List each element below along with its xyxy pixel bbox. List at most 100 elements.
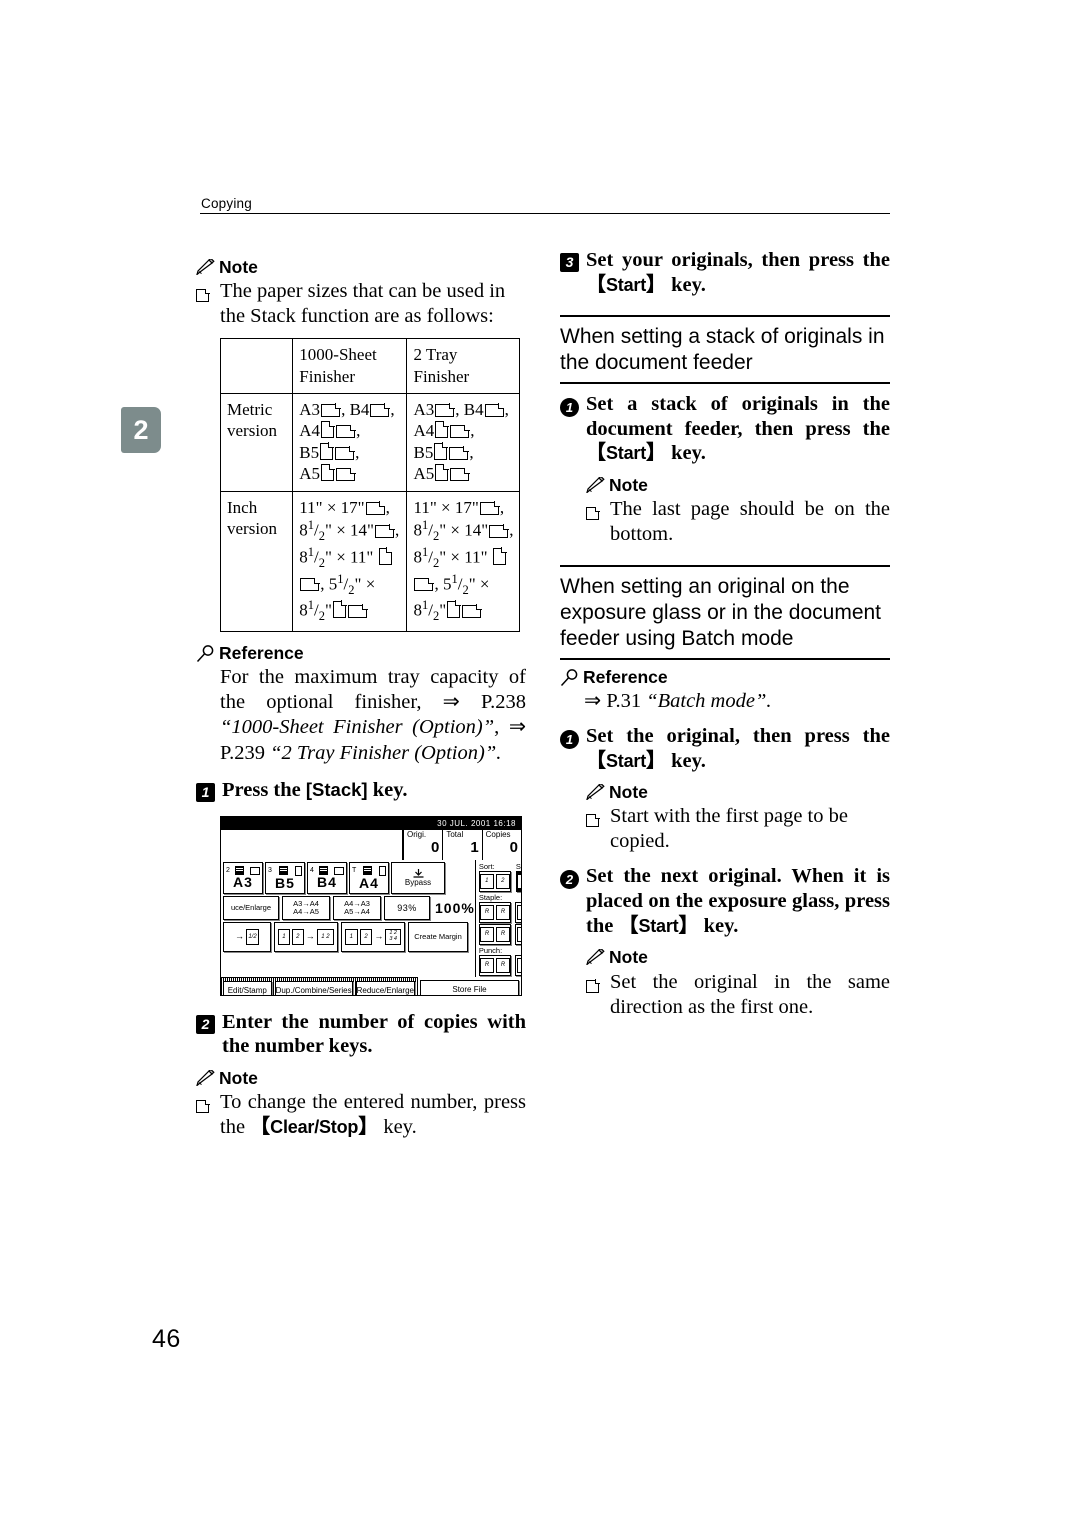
staple-label: Staple: bbox=[478, 892, 503, 902]
pencil-icon bbox=[586, 784, 608, 801]
combine-4-button[interactable]: 1 2 → 1 23 4 bbox=[341, 921, 405, 952]
square-bullet-icon bbox=[586, 970, 610, 1000]
stack-button-selected[interactable]: 12 bbox=[515, 870, 521, 892]
step-2-text: Enter the number of copies with the numb… bbox=[222, 1010, 526, 1058]
sort-button[interactable]: 12 bbox=[478, 870, 511, 892]
subsection-rule-bottom bbox=[560, 382, 890, 385]
page-icon-combined: 1 2 bbox=[316, 928, 334, 945]
stack-label: Stack: bbox=[515, 861, 521, 871]
staple-button-top-right[interactable]: RR bbox=[515, 901, 521, 923]
table-corner-cell bbox=[219, 338, 294, 395]
staple-icon: R bbox=[496, 904, 511, 920]
duplex-row: → 1/2 1 2 → 1 2 1 2 → 1 23 4 Create Margin bbox=[223, 921, 475, 952]
duplex-1to2-button[interactable]: → 1/2 bbox=[223, 921, 271, 952]
cell-inch-2tray: 11" × 17", 81/2" × 14", 81/2" × 11" , 51… bbox=[406, 490, 520, 633]
lcd-bottom-row: Edit/Stamp Dup./Combine/Series Reduce/En… bbox=[221, 976, 521, 995]
tab-dup-combine-series[interactable]: Dup./Combine/Series bbox=[274, 980, 353, 995]
note-item-text: The paper sizes that can be used in the … bbox=[220, 280, 506, 328]
reference-2-heading-label: Reference bbox=[583, 667, 668, 688]
tray-button-4[interactable]: 4 B4 bbox=[307, 861, 347, 894]
page-icon: 1/2 bbox=[246, 928, 259, 945]
subsection-2-rule-top bbox=[560, 565, 890, 568]
tray-button-2[interactable]: 2 A3 bbox=[223, 861, 263, 894]
page-icon: 1 bbox=[345, 928, 358, 945]
subsection-2-rule-bottom bbox=[560, 658, 890, 661]
zoom-row: uce/Enlarge A3→A4 A4→A5 A4→A3 A5→A4 93% 10… bbox=[223, 895, 475, 920]
bypass-button[interactable]: Bypass bbox=[391, 861, 445, 894]
right-column: 3 Set your originals, then press the 【St… bbox=[560, 248, 890, 1020]
note-2-item: To change the entered number, press the … bbox=[196, 1090, 526, 1140]
page-ref-238: P.238 bbox=[481, 690, 527, 713]
circled-step-3-number-icon: 2 bbox=[560, 864, 586, 891]
subsection-2-heading: When setting an original on the exposure… bbox=[560, 575, 882, 651]
create-margin-button[interactable]: Create Margin bbox=[408, 921, 468, 952]
punch-button-top[interactable]: RR bbox=[515, 954, 521, 976]
step-1: 1 Press the [Stack] key. bbox=[196, 778, 526, 804]
tray-button-t[interactable]: T A4 bbox=[349, 861, 389, 894]
tray-button-3[interactable]: 3 B5 bbox=[265, 861, 305, 894]
note-last-page-text: The last page should be on the bottom. bbox=[610, 498, 890, 546]
tray-3-size: B5 bbox=[275, 874, 295, 891]
note-heading: Note bbox=[196, 257, 526, 277]
zoom-93-button[interactable]: 93% bbox=[384, 895, 430, 920]
combine-2-button[interactable]: 1 2 → 1 2 bbox=[274, 921, 338, 952]
tab-reduce-enlarge[interactable]: Reduce/Enlarge bbox=[355, 980, 415, 995]
circled-step-3-text: Set the next original. When it is placed… bbox=[586, 865, 890, 937]
punch-icon: R bbox=[480, 957, 495, 973]
page-icon: 1 bbox=[278, 928, 290, 945]
note-direction-text: Set the original in the same direction a… bbox=[610, 970, 890, 1018]
staple-row-1: RR RR bbox=[478, 901, 521, 923]
reference-2-title: “Batch mode”. bbox=[646, 689, 772, 712]
step-3: 3 Set your originals, then press the 【St… bbox=[560, 248, 890, 297]
sort-icon-1: 1 bbox=[479, 873, 494, 889]
step-2-number-icon: 2 bbox=[196, 1010, 222, 1036]
note-last-page-label: Note bbox=[609, 475, 648, 496]
magnifier-icon bbox=[196, 645, 218, 663]
paper-tray-row: 2 A3 3 B5 4 B4 T A4 Bypass bbox=[223, 861, 475, 894]
page-ref-31: P.31 bbox=[606, 689, 642, 712]
counter-copies-value: 0 bbox=[509, 838, 518, 856]
reduce-enlarge-button[interactable]: uce/Enlarge bbox=[223, 895, 279, 920]
reduce-preset-button[interactable]: A3→A4 A4→A5 bbox=[282, 895, 330, 920]
lcd-message-row: Origi. 0 Total 1 Copies 0 bbox=[221, 829, 521, 860]
tray-t-size: A4 bbox=[359, 874, 379, 891]
page-number: 46 bbox=[152, 1325, 181, 1353]
tray-4-size: B4 bbox=[317, 874, 337, 891]
document-page: Copying 2 46 Note The paper sizes that c… bbox=[0, 0, 1080, 1526]
start-key-label: Start bbox=[606, 750, 647, 771]
subsection-rule-top bbox=[560, 315, 890, 318]
staple-button-double[interactable]: RR bbox=[515, 923, 521, 945]
staple-icon: R bbox=[516, 926, 521, 942]
staple-button-bottom-left[interactable]: RR bbox=[478, 923, 512, 945]
punch-icon: R bbox=[516, 957, 521, 973]
step-2: 2 Enter the number of copies with the nu… bbox=[196, 1010, 526, 1059]
lcd-main-row: 2 A3 3 B5 4 B4 T A4 Bypass uce/Enlarge A… bbox=[221, 859, 521, 977]
staple-icon: R bbox=[516, 904, 521, 920]
pencil-icon bbox=[586, 949, 608, 966]
note-first-page-item: Start with the first page to be copied. bbox=[586, 804, 890, 854]
staple-button-top-left[interactable]: RR bbox=[478, 901, 512, 923]
enlarge-preset-button[interactable]: A4→A3 A5→A4 bbox=[333, 895, 381, 920]
tab-edit-stamp[interactable]: Edit/Stamp bbox=[223, 980, 272, 995]
table-header-row: 1000-Sheet Finisher 2 Tray Finisher bbox=[219, 338, 520, 395]
lcd-datetime: 30 JUL. 2001 16:18 bbox=[437, 818, 516, 828]
note-first-page-text: Start with the first page to be copied. bbox=[610, 805, 848, 853]
store-file-button[interactable]: Store File bbox=[420, 979, 519, 995]
step-1-text: Press the [Stack] key. bbox=[222, 779, 408, 802]
square-bullet-icon bbox=[586, 804, 610, 834]
table-header-2-tray: 2 Tray Finisher bbox=[406, 338, 520, 395]
arrow-icon-2: ⇒ bbox=[508, 716, 526, 739]
reference-title-1000-sheet: “1000-Sheet Finisher (Option)” bbox=[220, 716, 495, 739]
note-last-page-heading: Note bbox=[586, 475, 890, 496]
page-icon: 2 bbox=[359, 928, 373, 945]
page-icon: 2 bbox=[291, 928, 304, 945]
step-1-number-icon: 1 bbox=[196, 778, 222, 804]
table-row: Inch version 11" × 17", 81/2" × 14", 81/2… bbox=[219, 490, 520, 633]
punch-button-left[interactable]: RR bbox=[478, 954, 512, 976]
staple-icon: R bbox=[480, 926, 495, 942]
lcd-store-file-area: Store File bbox=[418, 977, 521, 995]
reference-body: For the maximum tray capacity of the opt… bbox=[220, 665, 526, 767]
start-key-label: Start bbox=[638, 915, 679, 936]
circled-step-1-number-icon: 1 bbox=[560, 392, 586, 419]
magnifier-icon bbox=[560, 669, 582, 687]
